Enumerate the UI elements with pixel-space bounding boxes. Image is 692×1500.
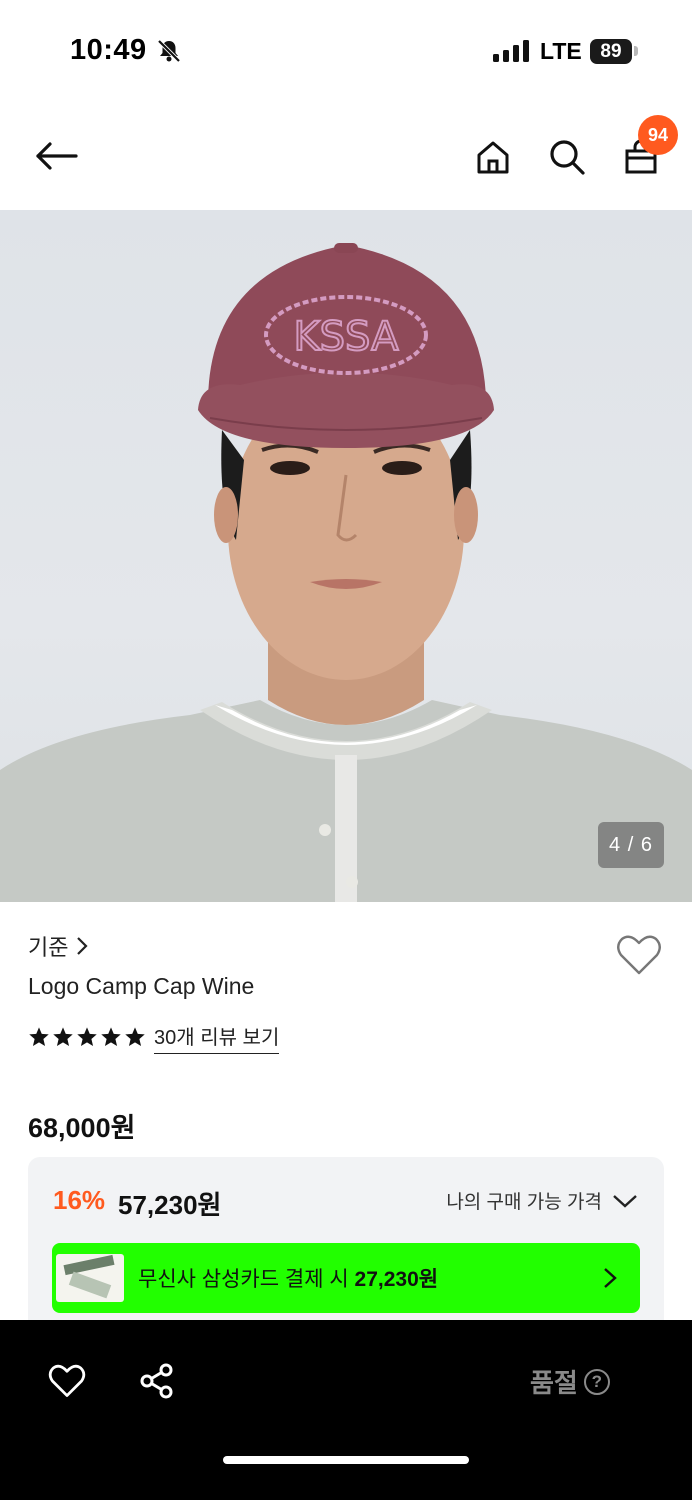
sale-price: 57,230원 bbox=[118, 1190, 222, 1220]
original-price: 68,000원 bbox=[28, 1113, 136, 1143]
top-nav: 94 bbox=[0, 100, 692, 210]
brand-name: 기준 bbox=[28, 935, 69, 960]
chevron-right-icon bbox=[77, 937, 89, 955]
card-promo-text: 무신사 삼성카드 결제 시 27,230원 bbox=[138, 1263, 438, 1293]
share-icon bbox=[140, 1363, 173, 1399]
brand-link[interactable]: 기준 bbox=[28, 930, 89, 962]
sold-out-label: 품절 bbox=[530, 1368, 578, 1398]
share-button[interactable] bbox=[134, 1358, 180, 1404]
signal-icon bbox=[493, 40, 529, 62]
home-indicator bbox=[223, 1456, 469, 1464]
product-name: Logo Camp Cap Wine bbox=[28, 973, 255, 999]
question-circle-icon: ? bbox=[583, 1368, 610, 1395]
star-icon bbox=[53, 1027, 73, 1046]
battery-tip bbox=[634, 46, 638, 56]
my-price-label: 나의 구매 가능 가격 bbox=[446, 1192, 602, 1213]
chevron-down-icon bbox=[613, 1194, 637, 1208]
my-price-toggle[interactable]: 나의 구매 가능 가격 bbox=[446, 1187, 638, 1214]
card-promo-banner[interactable]: 무신사 삼성카드 결제 시 27,230원 bbox=[52, 1243, 640, 1313]
price-box: 16% 57,230원 나의 구매 가능 가격 무신사 삼성카드 결제 시 27… bbox=[28, 1157, 664, 1332]
star-icon bbox=[29, 1027, 49, 1046]
rating-row: 30개 리뷰 보기 bbox=[28, 1021, 280, 1054]
bottom-action-bar: 품절 ? bbox=[0, 1320, 692, 1500]
home-button[interactable] bbox=[468, 132, 518, 182]
review-link[interactable]: 30개 리뷰 보기 bbox=[154, 1021, 280, 1054]
star-icon bbox=[125, 1027, 145, 1046]
heart-outline-icon bbox=[617, 935, 661, 975]
product-photo: KSSA bbox=[0, 243, 692, 902]
image-counter: 4 / 6 bbox=[598, 822, 664, 868]
star-icon bbox=[101, 1027, 121, 1046]
star-rating bbox=[28, 1026, 146, 1048]
sold-out-status[interactable]: 품절 ? bbox=[530, 1363, 610, 1400]
wishlist-button[interactable] bbox=[614, 930, 664, 980]
status-bar: 10:49 LTE 89 bbox=[0, 0, 692, 100]
network-type: LTE bbox=[540, 38, 582, 64]
status-time: 10:49 bbox=[70, 34, 147, 66]
samsung-card-image bbox=[56, 1254, 124, 1302]
star-icon bbox=[77, 1027, 97, 1046]
chevron-right-icon bbox=[604, 1268, 617, 1288]
battery-level: 89 bbox=[590, 39, 632, 64]
card-promo-label: 무신사 삼성카드 결제 시 bbox=[138, 1268, 349, 1291]
bell-muted-icon bbox=[157, 39, 181, 63]
back-button[interactable] bbox=[31, 131, 81, 181]
product-image[interactable]: KSSA bbox=[0, 210, 692, 902]
like-button[interactable] bbox=[44, 1358, 90, 1404]
heart-outline-icon bbox=[48, 1364, 86, 1397]
card-promo-price: 27,230원 bbox=[354, 1268, 439, 1291]
cart-count-badge: 94 bbox=[638, 115, 678, 155]
search-button[interactable] bbox=[542, 132, 592, 182]
home-icon bbox=[477, 141, 509, 174]
arrow-left-icon bbox=[36, 142, 78, 170]
svg-text:KSSA: KSSA bbox=[293, 314, 399, 360]
discount-rate: 16% bbox=[53, 1185, 106, 1215]
search-icon bbox=[550, 140, 585, 175]
